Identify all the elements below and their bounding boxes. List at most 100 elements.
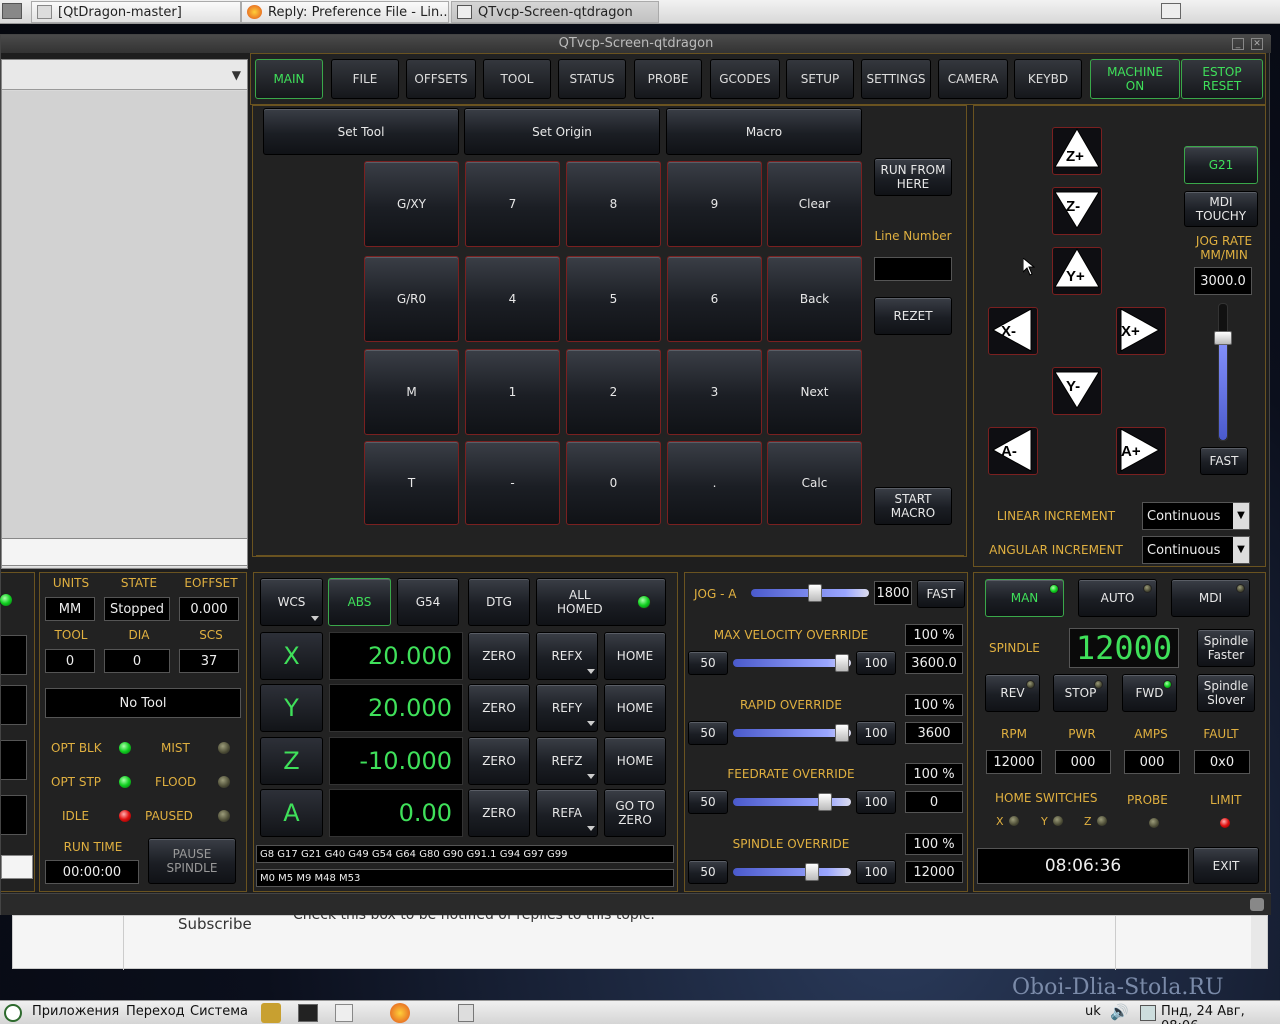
- system-menu[interactable]: Система: [190, 1004, 248, 1019]
- window-tab-browser[interactable]: Reply: Preference File - Lin...: [241, 1, 449, 23]
- override-min-button[interactable]: 50: [688, 651, 728, 675]
- window-tab-qtvcp[interactable]: QTvcp-Screen-qtdragon: [451, 1, 659, 23]
- keypad-key[interactable]: .: [667, 441, 762, 525]
- g21-button[interactable]: G21: [1184, 146, 1258, 184]
- keypad-key[interactable]: Next: [767, 349, 862, 435]
- keypad-key[interactable]: T: [364, 441, 459, 525]
- tab-status[interactable]: STATUS: [558, 59, 626, 99]
- override-slider[interactable]: [733, 729, 851, 737]
- minimize-icon[interactable]: _: [1232, 38, 1244, 50]
- linear-increment-select[interactable]: Continuous ▼: [1142, 502, 1250, 530]
- spindle-slower-button[interactable]: Spindle Slover: [1197, 674, 1255, 712]
- tab-setup[interactable]: SETUP: [786, 59, 854, 99]
- keypad-key[interactable]: 6: [667, 256, 762, 342]
- keypad-key[interactable]: 8: [566, 161, 661, 247]
- keypad-key[interactable]: M: [364, 349, 459, 435]
- zero-x-button[interactable]: ZERO: [468, 632, 530, 680]
- machine-on-button[interactable]: MACHINE ON: [1090, 59, 1180, 99]
- keypad-key[interactable]: 1: [465, 349, 560, 435]
- override-max-button[interactable]: 100: [856, 651, 896, 675]
- pause-spindle-button[interactable]: PAUSE SPINDLE: [148, 838, 236, 884]
- file-path-field[interactable]: [1, 538, 248, 566]
- keypad-key[interactable]: Back: [767, 256, 862, 342]
- tab-camera[interactable]: CAMERA: [938, 59, 1008, 99]
- keypad-key[interactable]: -: [465, 441, 560, 525]
- workspace-icon[interactable]: [2, 3, 22, 19]
- axis-y-button[interactable]: Y: [260, 684, 323, 732]
- set-tool-button[interactable]: Set Tool: [263, 108, 459, 155]
- jog-a-fast-button[interactable]: FAST: [917, 580, 965, 608]
- path-combo[interactable]: ▼: [2, 60, 247, 90]
- override-slider[interactable]: [733, 868, 851, 876]
- macro-button[interactable]: Macro: [666, 108, 862, 155]
- keypad-key[interactable]: 9: [667, 161, 762, 247]
- tab-keybd[interactable]: KEYBD: [1014, 59, 1082, 99]
- window-tab-file-manager[interactable]: [QtDragon-master]: [31, 1, 241, 23]
- keypad-key[interactable]: 0: [566, 441, 661, 525]
- tab-gcodes[interactable]: GCODES: [710, 59, 780, 99]
- show-desktop-icon[interactable]: [1161, 3, 1181, 19]
- home-z-button[interactable]: HOME: [604, 737, 666, 785]
- keypad-key[interactable]: G/R0: [364, 256, 459, 342]
- keypad-key[interactable]: G/XY: [364, 161, 459, 247]
- jog-fast-button[interactable]: FAST: [1200, 447, 1248, 475]
- keypad-key[interactable]: Calc: [767, 441, 862, 525]
- override-max-button[interactable]: 100: [856, 860, 896, 884]
- zero-a-button[interactable]: ZERO: [468, 789, 530, 837]
- override-min-button[interactable]: 50: [688, 860, 728, 884]
- distro-logo-icon[interactable]: [4, 1004, 22, 1022]
- tab-file[interactable]: FILE: [331, 59, 399, 99]
- keypad-key[interactable]: 3: [667, 349, 762, 435]
- override-slider-handle[interactable]: [805, 863, 819, 881]
- angular-increment-select[interactable]: Continuous ▼: [1142, 536, 1250, 564]
- mdi-touchy-button[interactable]: MDI TOUCHY: [1184, 191, 1258, 227]
- firefox-icon[interactable]: [390, 1003, 410, 1023]
- axis-a-button[interactable]: A: [260, 789, 323, 837]
- volume-icon[interactable]: 🔊: [1110, 1003, 1129, 1021]
- keyboard-layout-indicator[interactable]: uk: [1085, 1004, 1101, 1019]
- override-slider[interactable]: [733, 798, 851, 806]
- override-slider-handle[interactable]: [835, 724, 849, 742]
- line-number-field[interactable]: [874, 257, 952, 281]
- applications-menu[interactable]: Приложения: [32, 1004, 119, 1019]
- places-menu[interactable]: Переход: [126, 1004, 185, 1019]
- trash-icon[interactable]: [458, 1004, 474, 1022]
- override-max-button[interactable]: 100: [856, 721, 896, 745]
- terminal-icon[interactable]: [298, 1004, 318, 1022]
- file-list[interactable]: [2, 91, 247, 553]
- keypad-key[interactable]: 7: [465, 161, 560, 247]
- tab-probe[interactable]: PROBE: [634, 59, 702, 99]
- abs-button[interactable]: ABS: [328, 578, 391, 626]
- override-max-button[interactable]: 100: [856, 790, 896, 814]
- dtg-button[interactable]: DTG: [468, 578, 530, 626]
- jog-a-slider-handle[interactable]: [808, 584, 822, 602]
- scrollbar[interactable]: [1251, 916, 1267, 968]
- rezet-button[interactable]: REZET: [874, 297, 952, 335]
- tab-tool[interactable]: TOOL: [483, 59, 551, 99]
- zero-y-button[interactable]: ZERO: [468, 684, 530, 732]
- resize-grip-icon[interactable]: [1250, 898, 1264, 911]
- tab-settings[interactable]: SETTINGS: [861, 59, 931, 99]
- text-editor-icon[interactable]: [335, 1004, 353, 1022]
- tab-main[interactable]: MAIN: [255, 59, 323, 99]
- start-macro-button[interactable]: START MACRO: [874, 487, 952, 525]
- exit-button[interactable]: EXIT: [1193, 847, 1259, 884]
- keypad-key[interactable]: Clear: [767, 161, 862, 247]
- keypad-key[interactable]: 4: [465, 256, 560, 342]
- axis-z-button[interactable]: Z: [260, 737, 323, 785]
- override-min-button[interactable]: 50: [688, 790, 728, 814]
- override-slider-handle[interactable]: [818, 793, 832, 811]
- spindle-faster-button[interactable]: Spindle Faster: [1197, 629, 1255, 667]
- jog-rate-slider-handle[interactable]: [1214, 331, 1232, 345]
- run-from-here-button[interactable]: RUN FROM HERE: [874, 158, 952, 196]
- close-icon[interactable]: ✕: [1251, 38, 1263, 50]
- network-icon[interactable]: [1140, 1005, 1156, 1021]
- left-input[interactable]: [1, 855, 33, 879]
- override-slider[interactable]: [733, 659, 851, 667]
- launcher-icon[interactable]: [261, 1003, 281, 1023]
- g54-button[interactable]: G54: [397, 578, 459, 626]
- datetime[interactable]: Пнд, 24 Авг, 08:06: [1161, 1004, 1280, 1024]
- keypad-key[interactable]: 5: [566, 256, 661, 342]
- override-slider-handle[interactable]: [835, 654, 849, 672]
- zero-z-button[interactable]: ZERO: [468, 737, 530, 785]
